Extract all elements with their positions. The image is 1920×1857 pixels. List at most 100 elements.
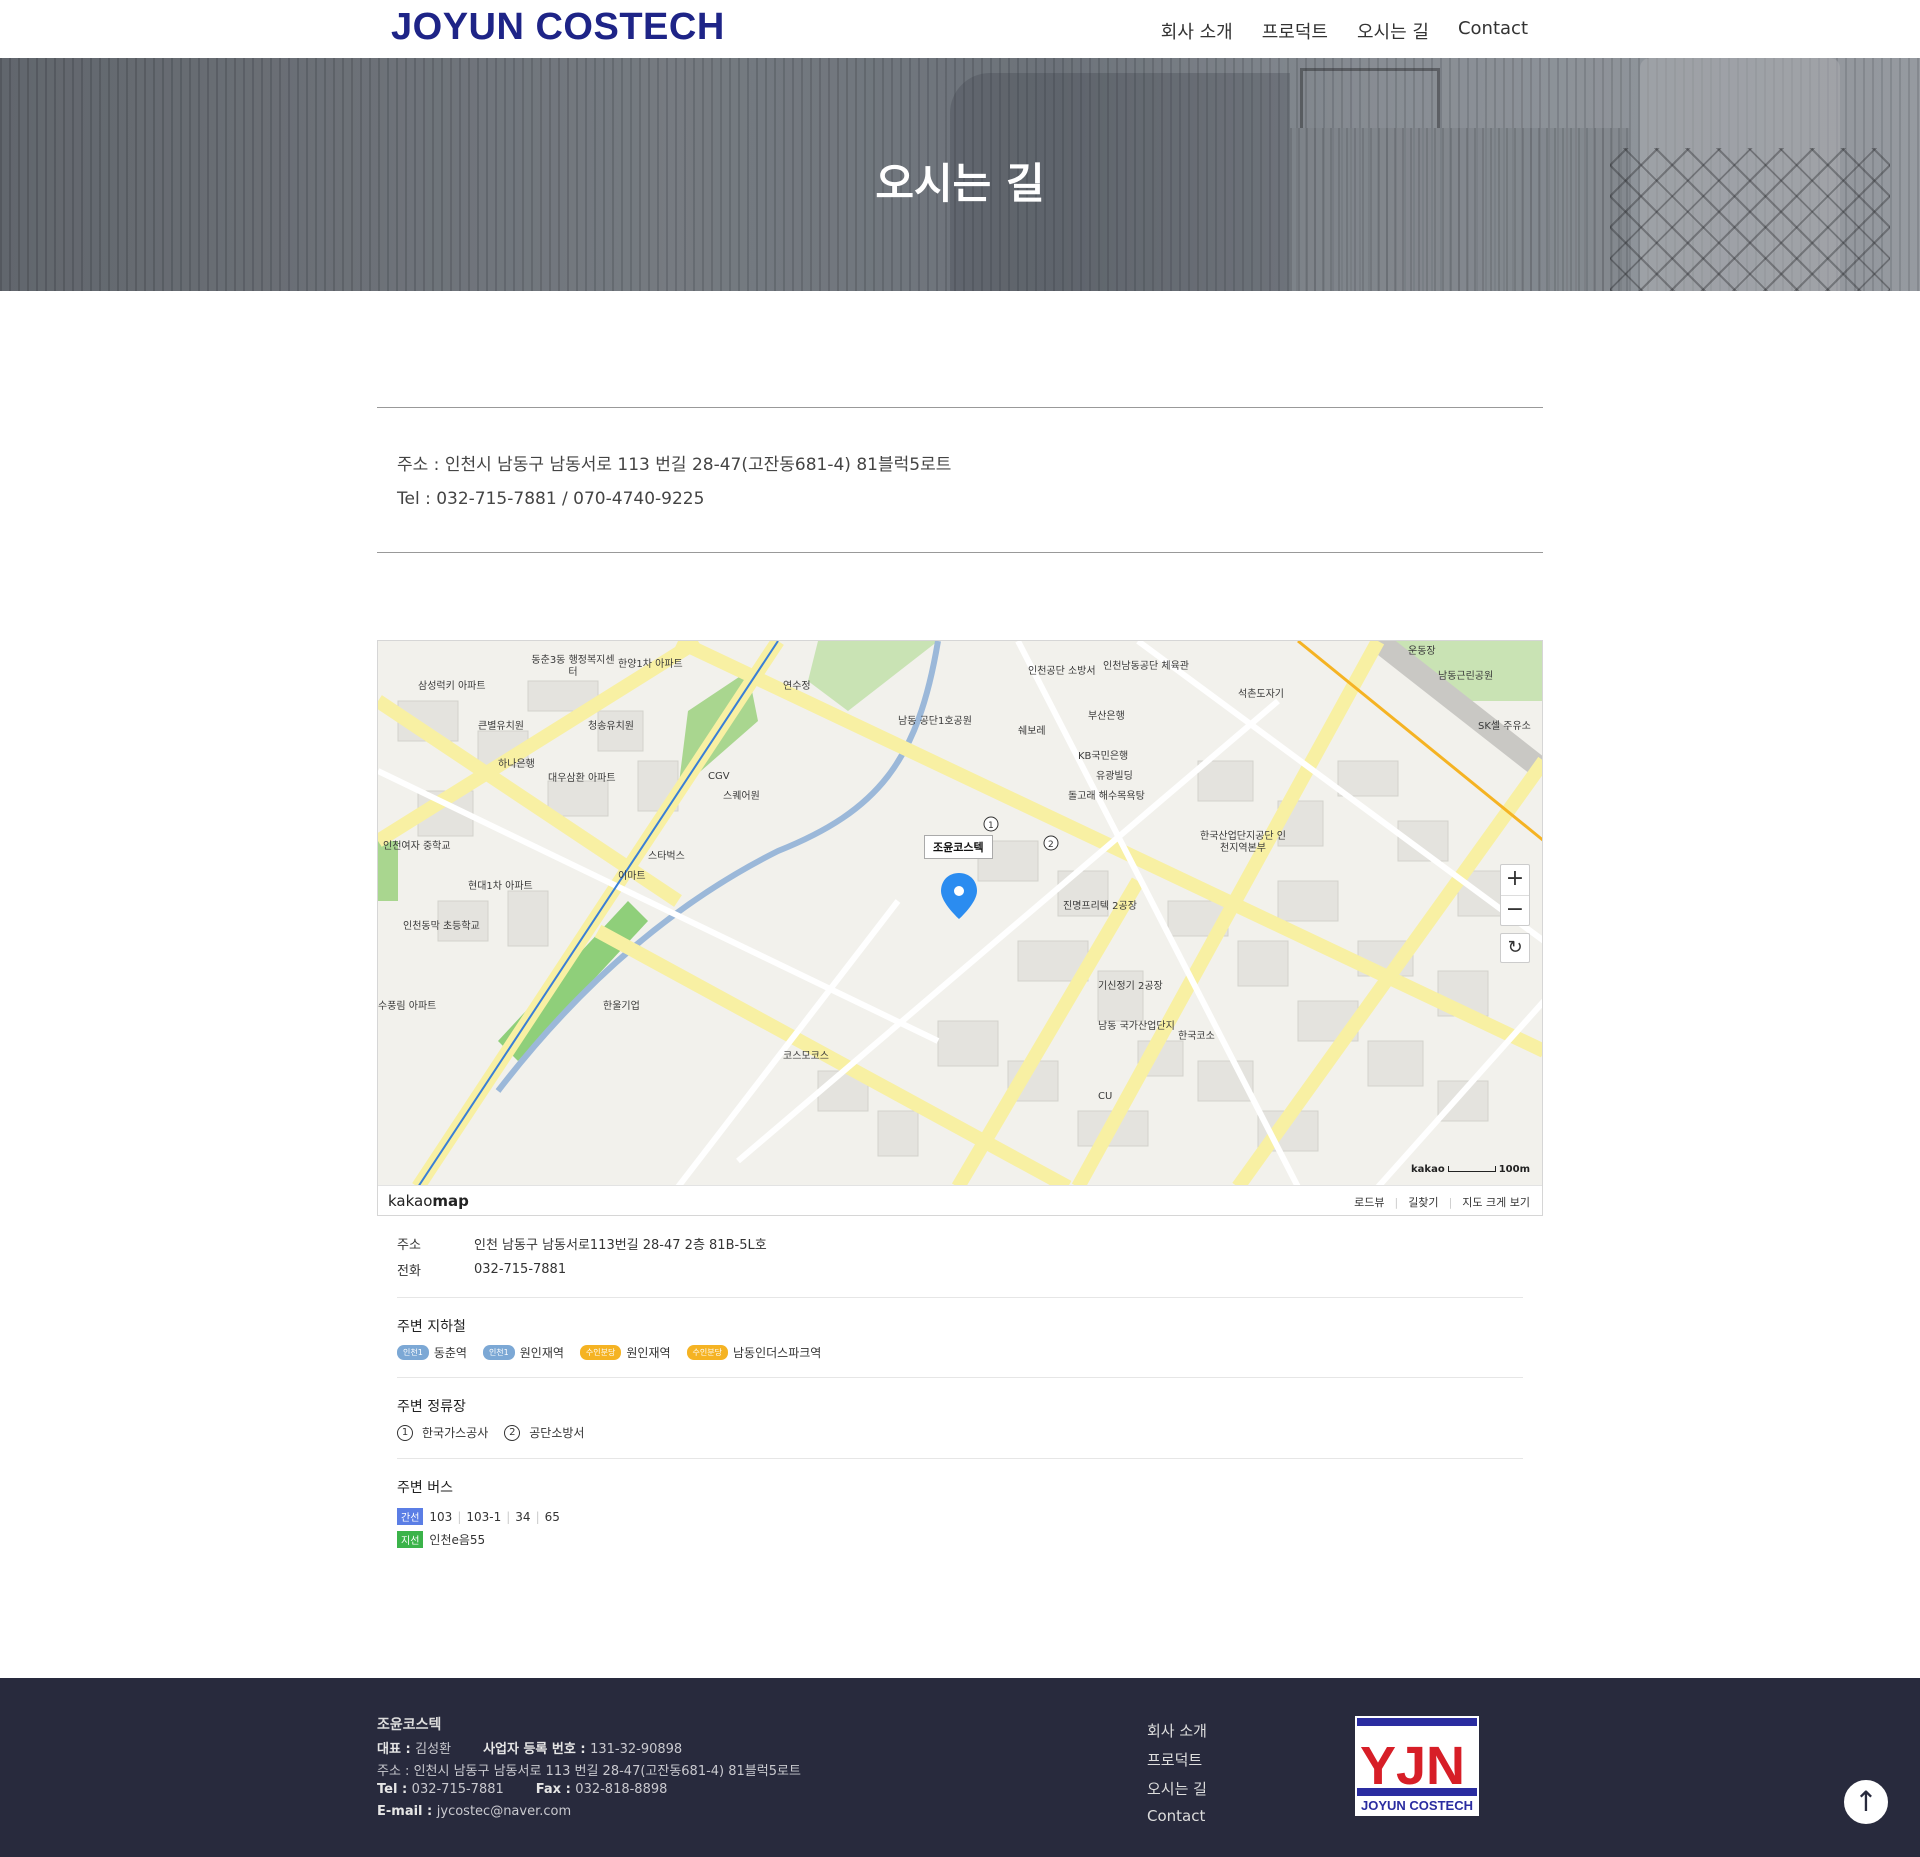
subway-section: 주변 지하철 인천1 동춘역 인천1 원인재역 수인분당 원인재역 수인분당 남동인더스…: [397, 1297, 1523, 1361]
map-footer: kakaomap 로드뷰 길찾기 지도 크게 보기: [378, 1185, 1542, 1215]
address-text: 주소 : 인천시 남동구 남동서로 113 번길 28-47(고잔동681-4)…: [397, 455, 952, 475]
map-place-label[interactable]: 한국산업단지공단 인천지역본부: [1198, 831, 1288, 855]
map-place-label[interactable]: 남동근린공원: [1438, 671, 1493, 683]
map-place-label[interactable]: 연수정: [783, 681, 811, 693]
station-name: 동춘역: [433, 1346, 467, 1360]
footer-nav-about[interactable]: 회사 소개: [1147, 1720, 1207, 1741]
map-place-label[interactable]: 인천여자 중학교: [383, 841, 451, 853]
map-place-label[interactable]: 청송유치원: [588, 721, 634, 733]
place-address-label: 주소: [397, 1237, 421, 1253]
footer-ceo-line: 대표 : 김성환 사업자 등록 번호 : 131-32-90898: [377, 1742, 683, 1757]
map-place-label[interactable]: 기신정기 2공장: [1098, 981, 1163, 993]
footer-address: 주소 : 인천시 남동구 남동서로 113 번길 28-47(고잔동681-4)…: [377, 1764, 801, 1779]
bus-stop-item[interactable]: 2 공단소방서: [504, 1424, 584, 1441]
hero-banner: 오시는 길: [0, 58, 1920, 291]
map-place-label[interactable]: KB국민은행: [1078, 751, 1128, 763]
map-place-label[interactable]: 이마트: [618, 871, 646, 883]
map-place-label[interactable]: 운동장: [1408, 646, 1436, 658]
site-logo[interactable]: JOYUN COSTECH: [391, 6, 725, 49]
map-place-label[interactable]: 남동 국가산업단지: [1098, 1021, 1175, 1033]
map-place-label[interactable]: 인천동막 초등학교: [403, 921, 480, 933]
bus-number[interactable]: 103-1: [452, 1510, 501, 1524]
bus-title: 주변 버스: [397, 1480, 453, 1496]
site-header: JOYUN COSTECH 회사 소개 프로덕트 오시는 길 Contact: [0, 0, 1920, 58]
map-place-label[interactable]: 스퀘어원: [723, 791, 760, 803]
map-scale: kakao 100m: [1411, 1164, 1530, 1175]
map-place-label[interactable]: 진명프리텍 2공장: [1063, 901, 1137, 913]
footer-nav-contact[interactable]: Contact: [1147, 1807, 1207, 1825]
bus-stop-title: 주변 정류장: [397, 1399, 466, 1415]
scale-brand: kakao: [1411, 1164, 1445, 1175]
footer-email[interactable]: jycostec@naver.com: [437, 1804, 571, 1819]
map-place-label[interactable]: 한울기업: [603, 1001, 640, 1013]
nav-item-contact[interactable]: Contact: [1458, 18, 1528, 44]
bus-section: 주변 버스 간선 103103-13465 지선 인천e음55: [397, 1458, 1523, 1551]
map-place-label[interactable]: 돌고래 해수목욕탕: [1068, 791, 1145, 803]
map-place-label[interactable]: 부산은행: [1088, 711, 1125, 723]
nav-item-about[interactable]: 회사 소개: [1161, 18, 1233, 44]
bus-stop-section: 주변 정류장 1 한국가스공사 2 공단소방서: [397, 1377, 1523, 1441]
stop-number: 1: [397, 1424, 413, 1441]
map-place-label[interactable]: SK셀 주유소: [1478, 721, 1531, 733]
kakao-map[interactable]: 1 2 동춘3동 행정복지센터 한양1차 아파트 삼성럭키 아파트 큰별유치원 청송유치…: [377, 640, 1543, 1216]
map-place-label[interactable]: 삼성럭키 아파트: [418, 681, 486, 693]
subway-list: 인천1 동춘역 인천1 원인재역 수인분당 원인재역 수인분당 남동인더스파크역: [397, 1344, 1523, 1361]
map-place-label[interactable]: CU: [1098, 1091, 1112, 1103]
map-place-label[interactable]: 인천남동공단 체육관: [1103, 661, 1189, 673]
zoom-in-button[interactable]: +: [1501, 865, 1529, 895]
bus-number[interactable]: 103: [429, 1510, 452, 1524]
bus-type-badge: 지선: [397, 1531, 424, 1548]
large-map-link[interactable]: 지도 크게 보기: [1449, 1194, 1530, 1210]
map-place-label[interactable]: 큰별유치원: [478, 721, 524, 733]
bus-number[interactable]: 65: [531, 1510, 560, 1524]
map-place-label[interactable]: 하나은행: [498, 759, 535, 771]
map-pin-label[interactable]: 조윤코스텍: [924, 835, 993, 859]
scale-value: 100m: [1498, 1164, 1530, 1175]
nav-item-products[interactable]: 프로덕트: [1262, 18, 1328, 44]
map-place-label[interactable]: 스타벅스: [648, 851, 685, 863]
map-place-label[interactable]: 남동 공단1호공원: [898, 716, 972, 728]
scroll-top-button[interactable]: ↑: [1842, 1778, 1890, 1826]
bus-stop-item[interactable]: 1 한국가스공사: [397, 1424, 488, 1441]
map-place-label[interactable]: 유광빌딩: [1096, 771, 1133, 783]
map-place-label[interactable]: 석촌도자기: [1238, 689, 1284, 701]
station-name: 원인재역: [519, 1346, 564, 1360]
map-place-label[interactable]: 대우삼환 아파트: [548, 773, 616, 785]
map-place-label[interactable]: 수풍림 아파트: [378, 1001, 436, 1013]
site-footer: 조윤코스텍 대표 : 김성환 사업자 등록 번호 : 131-32-90898 주…: [0, 1678, 1920, 1857]
map-place-label[interactable]: 동춘3동 행정복지센터: [528, 655, 618, 679]
footer-nav-directions[interactable]: 오시는 길: [1147, 1778, 1207, 1799]
stop-number: 2: [504, 1424, 521, 1441]
subway-item[interactable]: 수인분당 원인재역: [579, 1344, 671, 1361]
subway-item[interactable]: 인천1 원인재역: [482, 1344, 564, 1361]
map-place-label[interactable]: 코스모코스: [783, 1051, 829, 1063]
footer-nav-products[interactable]: 프로덕트: [1147, 1749, 1207, 1770]
bus-numbers: 인천e음55: [429, 1531, 485, 1548]
map-place-label[interactable]: 현대1차 아파트: [468, 881, 533, 893]
zoom-out-button[interactable]: −: [1501, 895, 1529, 925]
roadview-link[interactable]: 로드뷰: [1354, 1194, 1384, 1210]
map-place-label[interactable]: 한양1차 아파트: [618, 659, 683, 671]
footer-nav: 회사 소개 프로덕트 오시는 길 Contact: [1147, 1720, 1207, 1825]
directions-link[interactable]: 길찾기: [1394, 1194, 1438, 1210]
main-nav: 회사 소개 프로덕트 오시는 길 Contact: [1161, 18, 1528, 44]
address-block: 주소 : 인천시 남동구 남동서로 113 번길 28-47(고잔동681-4)…: [377, 407, 1543, 553]
place-address-row: 주소 인천 남동구 남동서로113번길 28-47 2층 81B-5L호: [397, 1230, 1523, 1256]
bus-number[interactable]: 인천e음55: [429, 1533, 485, 1547]
line-badge: 수인분당: [686, 1345, 728, 1360]
kakaomap-logo[interactable]: kakaomap: [388, 1192, 469, 1210]
subway-item[interactable]: 인천1 동춘역: [397, 1344, 467, 1361]
nav-item-directions[interactable]: 오시는 길: [1357, 18, 1429, 44]
bus-number[interactable]: 34: [501, 1510, 530, 1524]
stop-name: 공단소방서: [529, 1426, 585, 1440]
map-place-label[interactable]: CGV: [708, 771, 730, 783]
refresh-icon[interactable]: ↻: [1500, 933, 1530, 963]
map-place-label[interactable]: 쉐보레: [1018, 726, 1046, 738]
map-place-label[interactable]: 인천공단 소방서: [1028, 666, 1096, 678]
svg-text:1: 1: [988, 821, 994, 831]
subway-item[interactable]: 수인분당 남동인더스파크역: [686, 1344, 821, 1361]
map-place-label[interactable]: 한국코소: [1178, 1031, 1215, 1043]
subway-title: 주변 지하철: [397, 1319, 466, 1335]
line-badge: 인천1: [482, 1345, 515, 1360]
bus-numbers: 103103-13465: [429, 1510, 559, 1524]
